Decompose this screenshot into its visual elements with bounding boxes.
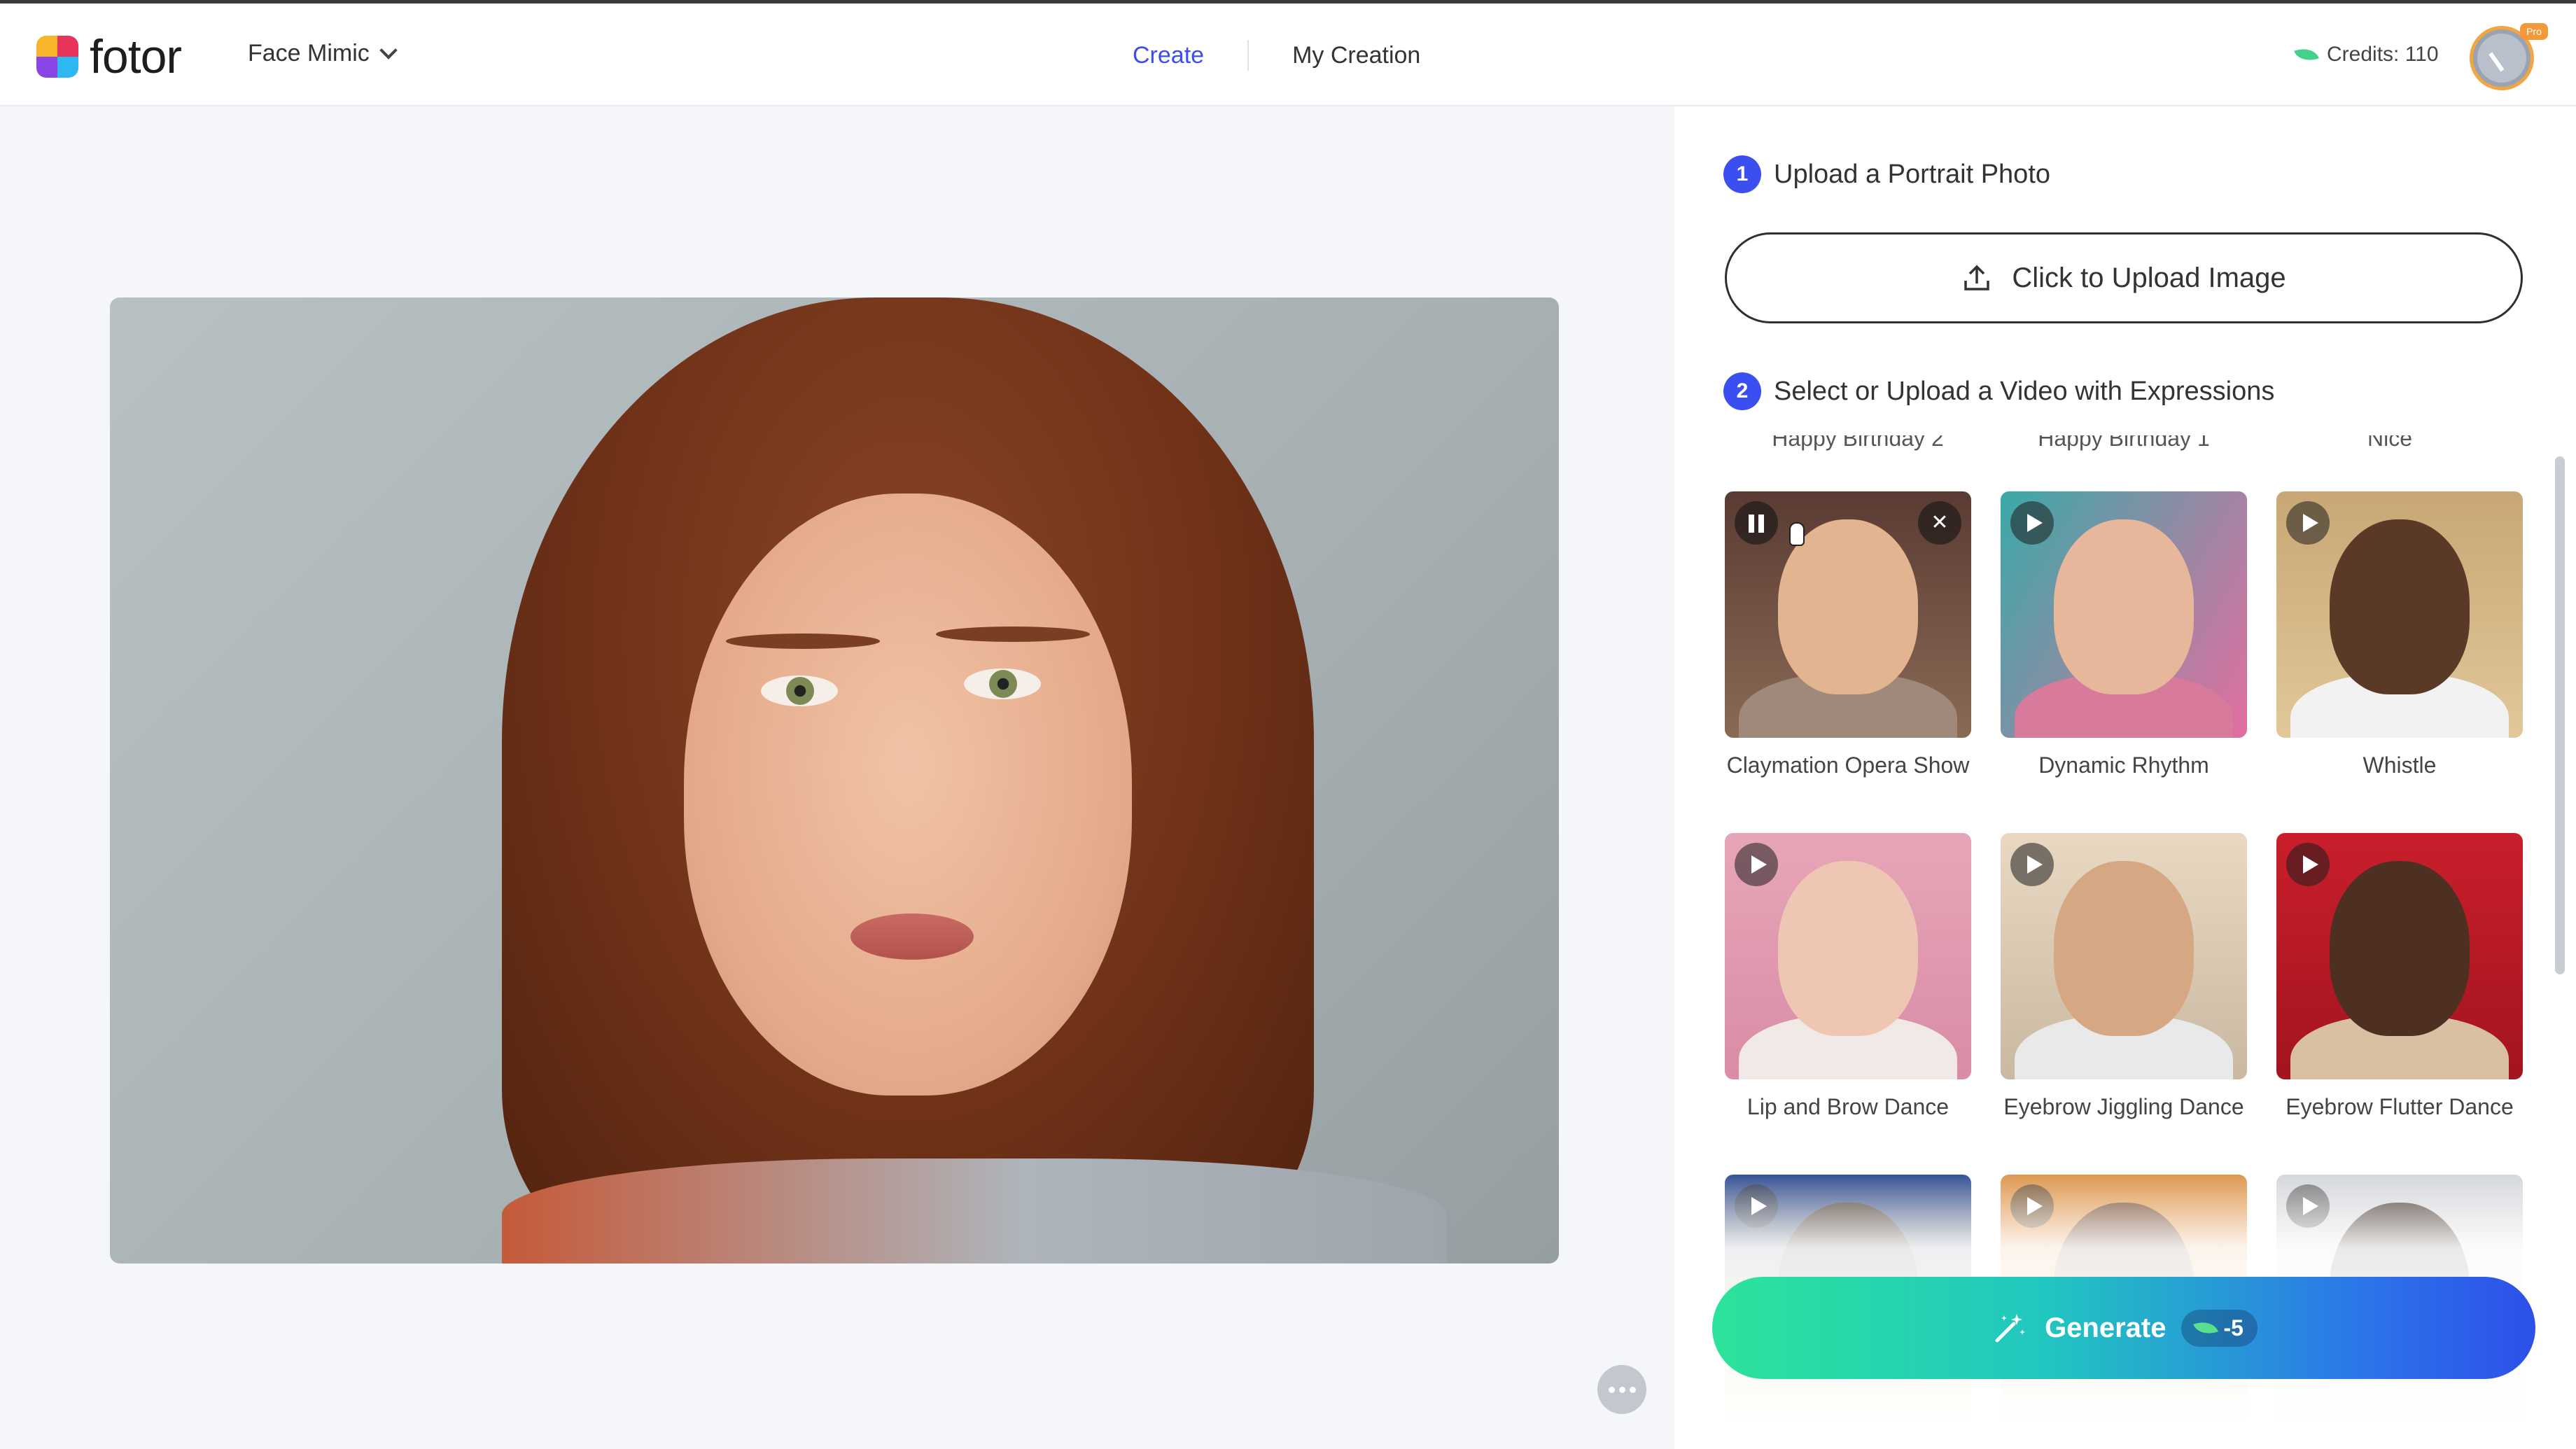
template-thumbnail[interactable]: [1725, 833, 1971, 1079]
credit-cost: -5: [2223, 1315, 2244, 1340]
panel-scrollbar[interactable]: [2555, 456, 2565, 974]
template-label: Nice: [2367, 435, 2412, 451]
portrait-left-eye: [761, 676, 838, 706]
magic-wand-icon: [1990, 1308, 2029, 1348]
step-title: Select or Upload a Video with Expression…: [1774, 376, 2275, 406]
mouse-cursor: [1789, 522, 1805, 546]
tool-name: Face Mimic: [248, 40, 370, 66]
generate-button[interactable]: Generate -5: [1712, 1277, 2535, 1379]
top-bar: fotor Face Mimic Create My Creation Cred…: [0, 0, 2576, 106]
thumbnail-face: [1778, 861, 1918, 1036]
template-card-dynamic-rhythm[interactable]: Dynamic Rhythm: [2001, 491, 2247, 780]
credits-text: Credits: 110: [2327, 43, 2439, 66]
template-label: Lip and Brow Dance: [1746, 1094, 1949, 1119]
nav-my-creation[interactable]: My Creation: [1292, 42, 1420, 69]
thumbnail-face: [2330, 519, 2470, 694]
upload-image-button[interactable]: Click to Upload Image: [1725, 232, 2523, 323]
template-label: Dynamic Rhythm: [2038, 752, 2209, 778]
pro-badge: Pro: [2520, 23, 2548, 40]
play-icon[interactable]: [2010, 843, 2054, 886]
thumbnail-face: [2330, 861, 2470, 1036]
step-select-video: 2 Select or Upload a Video with Expressi…: [1723, 372, 2274, 410]
template-thumbnail[interactable]: [2276, 491, 2523, 738]
template-card-whistle[interactable]: Whistle: [2276, 491, 2523, 780]
template-label: Eyebrow Flutter Dance: [2286, 1094, 2514, 1119]
dot-icon: [1608, 1386, 1615, 1393]
template-card-eyebrow-flutter-dance[interactable]: Eyebrow Flutter Dance: [2276, 833, 2523, 1121]
thumbnail-face: [2054, 861, 2194, 1036]
template-thumbnail[interactable]: [2001, 491, 2247, 738]
portrait-left-brow: [726, 634, 880, 649]
credit-cost-badge: -5: [2181, 1309, 2258, 1347]
uploaded-portrait-photo: [110, 298, 1559, 1264]
fotor-logo[interactable]: fotor: [36, 30, 182, 83]
play-icon[interactable]: [2286, 843, 2330, 886]
template-thumbnail[interactable]: [2001, 833, 2247, 1079]
thumbnail-face: [2054, 519, 2194, 694]
template-label: Whistle: [2362, 752, 2437, 778]
more-options-button[interactable]: [1597, 1365, 1646, 1414]
pause-icon[interactable]: [1735, 501, 1778, 545]
tool-dropdown[interactable]: Face Mimic: [248, 40, 398, 67]
leaf-icon: [2294, 43, 2319, 66]
portrait-right-brow: [936, 626, 1090, 642]
logo-mark-icon: [36, 36, 78, 78]
dot-icon: [1629, 1386, 1636, 1393]
step-title: Upload a Portrait Photo: [1774, 159, 2051, 189]
dot-icon: [1618, 1386, 1625, 1393]
upload-icon: [1961, 262, 1992, 293]
nav-create[interactable]: Create: [1133, 42, 1204, 69]
step-number: 1: [1723, 155, 1761, 193]
credits-display[interactable]: Credits: 110: [2294, 43, 2439, 66]
template-thumbnail[interactable]: [2276, 833, 2523, 1079]
leaf-icon: [2193, 1317, 2219, 1339]
template-thumbnail[interactable]: ✕: [1725, 491, 1971, 738]
play-icon[interactable]: [2010, 501, 2054, 545]
step-upload-photo: 1 Upload a Portrait Photo: [1723, 155, 2050, 193]
mute-icon[interactable]: ✕: [1918, 501, 1961, 545]
portrait-face: [684, 493, 1132, 1096]
settings-panel: 1 Upload a Portrait Photo Click to Uploa…: [1674, 106, 2576, 1449]
generate-label: Generate: [2045, 1312, 2166, 1343]
portrait-shirt: [502, 1158, 1447, 1264]
upload-button-label: Click to Upload Image: [2012, 262, 2286, 293]
nav-divider: [1247, 40, 1250, 71]
template-card-lip-and-brow-dance[interactable]: Lip and Brow Dance: [1725, 833, 1971, 1121]
step-number: 2: [1723, 372, 1761, 410]
preview-workspace: [0, 106, 1674, 1449]
main-nav: Create My Creation: [1133, 40, 1420, 71]
play-icon[interactable]: [1735, 843, 1778, 886]
template-card-eyebrow-jiggling-dance[interactable]: Eyebrow Jiggling Dance: [2001, 833, 2247, 1121]
portrait-right-eye: [964, 668, 1041, 699]
template-label: Claymation Opera Show: [1726, 752, 1970, 778]
avatar-image: [2477, 34, 2526, 83]
template-label: Happy Birthday 1: [2038, 435, 2210, 451]
previous-row-labels: Happy Birthday 2 Happy Birthday 1 Nice: [1725, 435, 2523, 456]
portrait-lips: [850, 913, 974, 960]
play-icon[interactable]: [2286, 501, 2330, 545]
brand-name: fotor: [90, 30, 182, 83]
template-card-claymation-opera-show[interactable]: ✕ Claymation Opera Show: [1725, 491, 1971, 780]
template-label: Eyebrow Jiggling Dance: [2003, 1094, 2244, 1119]
template-label: Happy Birthday 2: [1772, 435, 1944, 451]
chevron-down-icon: [379, 41, 398, 59]
